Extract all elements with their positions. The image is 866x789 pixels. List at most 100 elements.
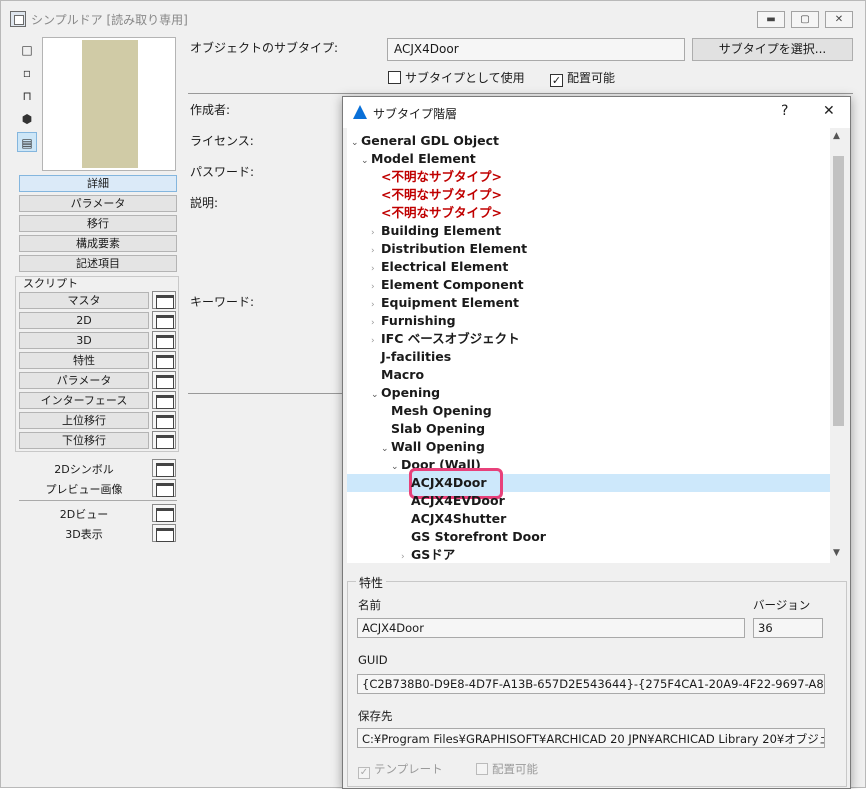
3d-box-icon[interactable]: ⬢ bbox=[17, 109, 37, 129]
tree-node[interactable]: ⌄ General GDL Object bbox=[351, 132, 499, 150]
expand-icon[interactable]: ⌄ bbox=[351, 134, 361, 152]
tree-node[interactable]: ACJX4Door bbox=[401, 474, 487, 492]
tree-node[interactable]: <不明なサブタイプ> bbox=[371, 204, 502, 222]
use-as-subtype-checkbox[interactable]: サブタイプとして使用 bbox=[388, 69, 525, 86]
tree-node[interactable]: ⌄ Model Element bbox=[361, 150, 476, 168]
divider bbox=[188, 93, 853, 94]
tree-node-label: Element Component bbox=[381, 277, 524, 292]
script-button-1[interactable]: 2D bbox=[19, 312, 149, 329]
expand-icon[interactable]: ⌄ bbox=[381, 440, 391, 458]
script-button-3[interactable]: 特性 bbox=[19, 352, 149, 369]
subtype-tree[interactable]: ⌄ General GDL Object ⌄ Model Element <不明なサブタ… bbox=[347, 128, 847, 563]
2d-symbol-icon[interactable]: □ bbox=[17, 40, 37, 60]
tree-node[interactable]: › Electrical Element bbox=[371, 258, 508, 276]
guid-field[interactable]: {C2B738B0-D9E8-4D7F-A13B-657D2E543644}-{… bbox=[357, 674, 825, 694]
tree-node-label: Furnishing bbox=[381, 313, 456, 328]
open-window-icon[interactable] bbox=[152, 311, 176, 329]
version-label: バージョン bbox=[753, 598, 811, 612]
select-subtype-button[interactable]: サブタイプを選択... bbox=[692, 38, 853, 61]
open-window-icon[interactable] bbox=[152, 459, 176, 477]
tree-node[interactable]: J-facilities bbox=[371, 348, 451, 366]
tree-node[interactable]: › Building Element bbox=[371, 222, 501, 240]
expand-icon[interactable]: ⌄ bbox=[361, 152, 371, 170]
collapsed-icon[interactable]: › bbox=[401, 548, 411, 563]
details-view-icon[interactable]: ▤ bbox=[17, 132, 37, 152]
script-button-5[interactable]: インターフェース bbox=[19, 392, 149, 409]
script-button-2[interactable]: 3D bbox=[19, 332, 149, 349]
tree-node[interactable]: › GSドア bbox=[401, 546, 455, 563]
title-bar[interactable]: シンプルドア [読み取り専用] ▬ ▢ ✕ bbox=[1, 1, 865, 37]
tree-scrollbar[interactable]: ▲ ▼ bbox=[830, 128, 847, 563]
tree-node-label: <不明なサブタイプ> bbox=[381, 205, 502, 220]
script-button-7[interactable]: 下位移行 bbox=[19, 432, 149, 449]
plan-icon[interactable]: ▫ bbox=[17, 63, 37, 83]
open-window-icon[interactable] bbox=[152, 411, 176, 429]
tree-node[interactable]: › Element Component bbox=[371, 276, 524, 294]
dialog-title-bar[interactable]: サブタイプ階層 ? ✕ bbox=[343, 97, 850, 128]
nav-button-2[interactable]: 移行 bbox=[19, 215, 177, 232]
tree-node-label: IFC ベースオブジェクト bbox=[381, 331, 520, 346]
extra-label-0: 2Dシンボル bbox=[54, 463, 114, 476]
open-window-icon[interactable] bbox=[152, 351, 176, 369]
close-button[interactable]: ✕ bbox=[825, 11, 853, 28]
tree-node[interactable]: ACJX4EVDoor bbox=[401, 492, 505, 510]
tree-node-label: Wall Opening bbox=[391, 439, 485, 454]
nav-button-1[interactable]: パラメータ bbox=[19, 195, 177, 212]
archicad-icon bbox=[353, 105, 367, 119]
location-field[interactable]: C:¥Program Files¥GRAPHISOFT¥ARCHICAD 20 … bbox=[357, 728, 825, 748]
tree-node[interactable]: ACJX4Shutter bbox=[401, 510, 506, 528]
nav-button-0[interactable]: 詳細 bbox=[19, 175, 177, 192]
script-button-6[interactable]: 上位移行 bbox=[19, 412, 149, 429]
tree-node[interactable]: ⌄ Wall Opening bbox=[381, 438, 485, 456]
tree-node[interactable]: ⌄ Opening bbox=[371, 384, 440, 402]
scroll-up-icon[interactable]: ▲ bbox=[833, 131, 840, 141]
template-label: テンプレート bbox=[374, 762, 443, 776]
tree-node-label: General GDL Object bbox=[361, 133, 500, 148]
open-window-icon[interactable] bbox=[152, 371, 176, 389]
elevation-icon[interactable]: ⊓ bbox=[17, 86, 37, 106]
tree-node-label: Electrical Element bbox=[381, 259, 509, 274]
tree-node[interactable]: <不明なサブタイプ> bbox=[371, 186, 502, 204]
placeable-checkbox[interactable]: ✓ 配置可能 bbox=[550, 69, 615, 87]
dialog-close-button[interactable]: ✕ bbox=[823, 103, 835, 119]
open-window-icon[interactable] bbox=[152, 524, 176, 542]
open-window-icon[interactable] bbox=[152, 331, 176, 349]
nav-button-4[interactable]: 記述項目 bbox=[19, 255, 177, 272]
tree-node-label: ACJX4EVDoor bbox=[411, 493, 505, 508]
expand-icon[interactable]: ⌄ bbox=[371, 386, 381, 404]
divider bbox=[19, 500, 177, 501]
tree-node-label: <不明なサブタイプ> bbox=[381, 187, 502, 202]
help-button[interactable]: ? bbox=[781, 103, 788, 119]
tree-node[interactable]: › Equipment Element bbox=[371, 294, 519, 312]
open-window-icon[interactable] bbox=[152, 504, 176, 522]
tree-node[interactable]: GS Storefront Door bbox=[401, 528, 546, 546]
door-preview-image bbox=[82, 40, 138, 168]
subtype-field[interactable]: ACJX4Door bbox=[387, 38, 685, 61]
tree-node[interactable]: Mesh Opening bbox=[381, 402, 492, 420]
placeable-label: 配置可能 bbox=[567, 71, 616, 85]
scroll-down-icon[interactable]: ▼ bbox=[833, 548, 840, 558]
tree-node-label: ACJX4Door bbox=[411, 475, 487, 490]
version-field[interactable]: 36 bbox=[753, 618, 823, 638]
open-window-icon[interactable] bbox=[152, 431, 176, 449]
dialog-title: サブタイプ階層 bbox=[373, 107, 458, 121]
open-window-icon[interactable] bbox=[152, 291, 176, 309]
open-window-icon[interactable] bbox=[152, 479, 176, 497]
name-label: 名前 bbox=[358, 598, 381, 612]
nav-button-3[interactable]: 構成要素 bbox=[19, 235, 177, 252]
script-button-0[interactable]: マスタ bbox=[19, 292, 149, 309]
tree-node-label: Equipment Element bbox=[381, 295, 520, 310]
tree-node[interactable]: Macro bbox=[371, 366, 424, 384]
properties-group-label: 特性 bbox=[356, 574, 387, 591]
maximize-button[interactable]: ▢ bbox=[791, 11, 819, 28]
name-field[interactable]: ACJX4Door bbox=[357, 618, 745, 638]
tree-node[interactable]: › Distribution Element bbox=[371, 240, 527, 258]
open-window-icon[interactable] bbox=[152, 391, 176, 409]
tree-node[interactable]: Slab Opening bbox=[381, 420, 485, 438]
tree-node[interactable]: › IFC ベースオブジェクト bbox=[371, 330, 520, 348]
tree-node[interactable]: › Furnishing bbox=[371, 312, 456, 330]
scrollbar-thumb[interactable] bbox=[833, 156, 844, 426]
tree-node[interactable]: <不明なサブタイプ> bbox=[371, 168, 502, 186]
minimize-button[interactable]: ▬ bbox=[757, 11, 785, 28]
script-button-4[interactable]: パラメータ bbox=[19, 372, 149, 389]
